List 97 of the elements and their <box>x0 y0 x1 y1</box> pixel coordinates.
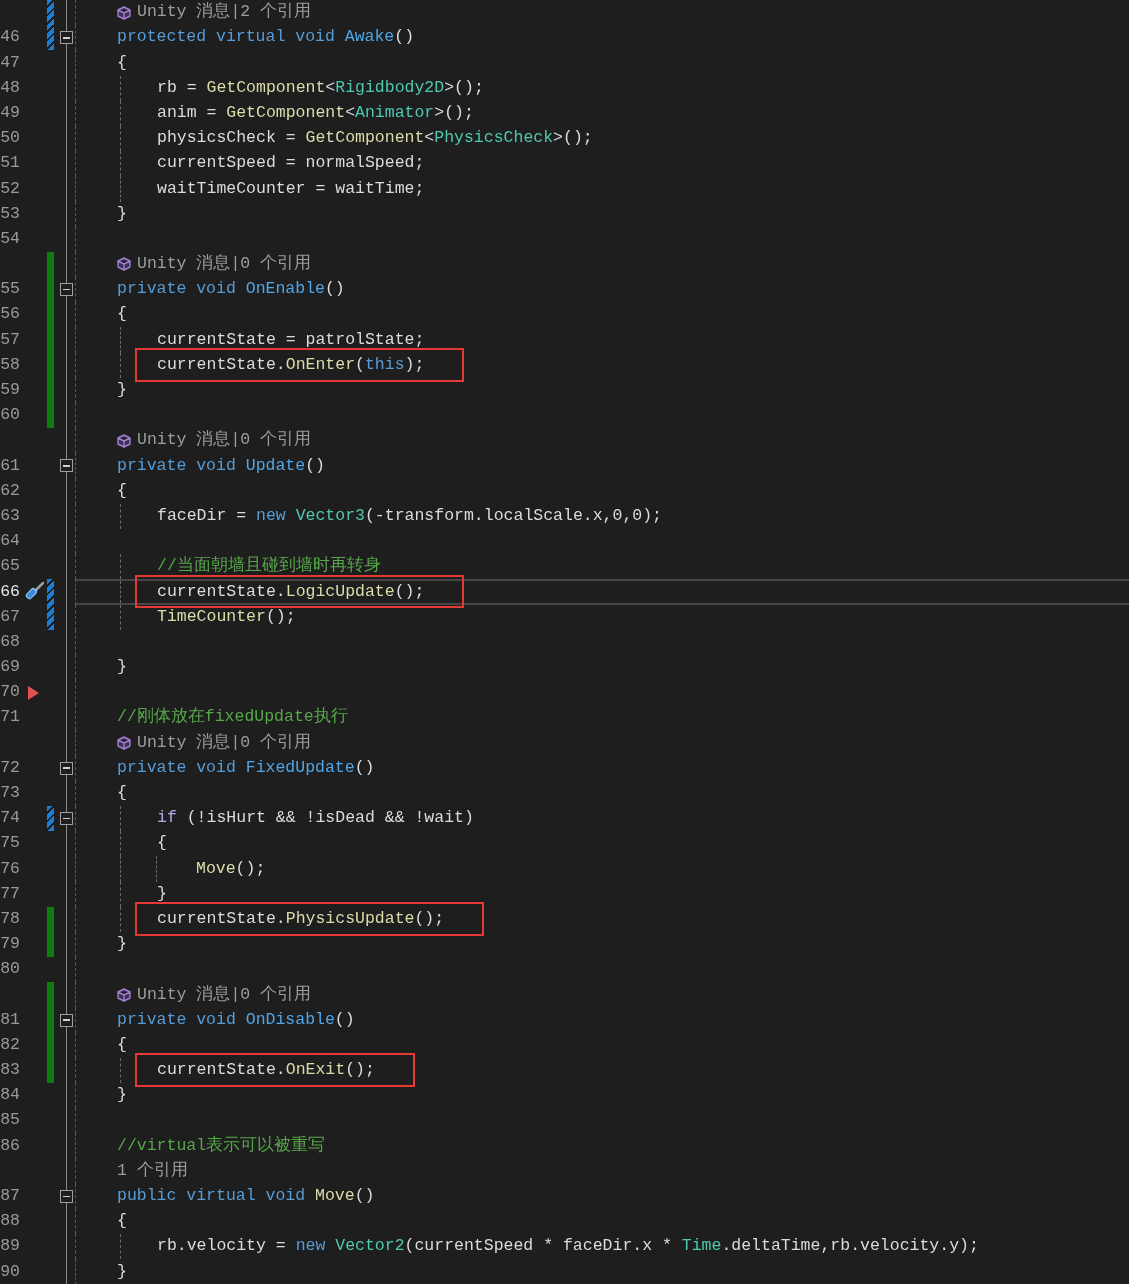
line-number: 81 <box>0 1008 20 1031</box>
reference-lens[interactable]: Unity 消息|0 个引用 <box>137 730 312 756</box>
code-line: } <box>117 933 127 956</box>
line-number: 72 <box>0 756 20 779</box>
line-number: 68 <box>0 630 20 653</box>
line-number: 55 <box>0 278 20 301</box>
code-line: physicsCheck = GetComponent<PhysicsCheck>(); <box>157 127 593 150</box>
line-number: 71 <box>0 706 20 729</box>
line-number: 58 <box>0 353 20 376</box>
code-line: private void FixedUpdate() <box>117 756 375 779</box>
line-number: 59 <box>0 379 20 402</box>
line-number: 70 <box>0 681 20 704</box>
code-line: TimeCounter(); <box>157 605 296 628</box>
code-line: { <box>117 782 127 805</box>
code-line: protected virtual void Awake() <box>117 26 415 49</box>
line-number: 76 <box>0 857 20 880</box>
line-number: 51 <box>0 152 20 175</box>
code-line: rb = GetComponent<Rigidbody2D>(); <box>157 76 484 99</box>
line-number: 79 <box>0 933 20 956</box>
reference-lens[interactable]: 1 个引用 <box>117 1158 188 1184</box>
code-line: faceDir = new Vector3(-transform.localScale.x,0,0); <box>157 504 662 527</box>
code-line: currentState.PhysicsUpdate(); <box>157 906 445 932</box>
code-line: } <box>157 882 167 905</box>
line-number: 69 <box>0 656 20 679</box>
line-number: 57 <box>0 328 20 351</box>
line-number: 85 <box>0 1109 20 1132</box>
code-line: Move(); <box>196 857 266 880</box>
code-line: currentState.OnExit(); <box>157 1058 375 1083</box>
code-line: } <box>117 656 127 679</box>
line-number: 52 <box>0 177 20 200</box>
code-line: { <box>117 303 127 326</box>
code-line: } <box>117 1084 127 1107</box>
line-number: 86 <box>0 1134 20 1157</box>
code-line: currentState = patrolState; <box>157 328 425 351</box>
line-number: 90 <box>0 1260 20 1283</box>
reference-lens[interactable]: Unity 消息|0 个引用 <box>137 982 312 1008</box>
code-line: } <box>117 1260 127 1283</box>
code-line: private void Update() <box>117 454 325 477</box>
line-number: 62 <box>0 479 20 502</box>
line-number: 56 <box>0 303 20 326</box>
code-line: waitTimeCounter = waitTime; <box>157 177 425 200</box>
line-number: 82 <box>0 1033 20 1056</box>
triangle-icon <box>28 685 39 700</box>
line-number: 83 <box>0 1059 20 1082</box>
line-number: 74 <box>0 807 20 830</box>
line-number: 54 <box>0 227 20 250</box>
code-line: anim = GetComponent<Animator>(); <box>157 101 474 124</box>
code-line: private void OnEnable() <box>117 278 345 301</box>
line-number: 80 <box>0 958 20 981</box>
line-number: 78 <box>0 907 20 930</box>
code-line: currentSpeed = normalSpeed; <box>157 152 425 175</box>
code-comment: //virtual表示可以被重写 <box>117 1134 326 1157</box>
line-number: 61 <box>0 454 20 477</box>
code-line: { <box>117 479 127 502</box>
code-comment: //刚体放在fixedUpdate执行 <box>117 706 348 729</box>
line-number: 73 <box>0 782 20 805</box>
line-number: 84 <box>0 1084 20 1107</box>
reference-lens[interactable]: Unity 消息|2 个引用 <box>137 0 312 25</box>
code-line: private void OnDisable() <box>117 1008 355 1031</box>
line-number: 48 <box>0 76 20 99</box>
line-number: 49 <box>0 101 20 124</box>
collapse-toggle[interactable] <box>60 283 73 297</box>
line-number: 64 <box>0 530 20 553</box>
line-number: 87 <box>0 1185 20 1208</box>
code-line: } <box>117 379 127 402</box>
line-number: 75 <box>0 832 20 855</box>
line-number: 63 <box>0 504 20 527</box>
code-line: rb.velocity = new Vector2(currentSpeed * faceDir.x * Time.deltaTime,rb.velocity.y); <box>157 1235 979 1258</box>
code-line: { <box>117 51 127 74</box>
reference-lens[interactable]: Unity 消息|0 个引用 <box>137 428 312 454</box>
code-comment: //当面朝墙且碰到墙时再转身 <box>157 555 381 578</box>
reference-lens[interactable]: Unity 消息|0 个引用 <box>137 252 312 277</box>
line-number: 88 <box>0 1210 20 1233</box>
line-number: 53 <box>0 202 20 225</box>
code-line: if (!isHurt && !isDead && !wait) <box>157 807 474 830</box>
collapse-toggle[interactable] <box>60 761 73 775</box>
code-line: currentState.LogicUpdate(); <box>157 579 425 605</box>
code-line: { <box>117 1210 127 1233</box>
line-number: 89 <box>0 1235 20 1258</box>
line-number: 47 <box>0 51 20 74</box>
code-line: { <box>117 1033 127 1056</box>
code-line: currentState.OnEnter(this); <box>157 352 425 378</box>
line-number: 67 <box>0 605 20 628</box>
line-number: 46 <box>0 26 20 49</box>
collapse-toggle[interactable] <box>60 1013 73 1027</box>
line-number: 60 <box>0 404 20 427</box>
line-number: 77 <box>0 882 20 905</box>
collapse-toggle[interactable] <box>60 459 73 473</box>
collapse-toggle[interactable] <box>60 812 73 826</box>
code-line: } <box>117 202 127 225</box>
line-number: 66 <box>0 580 20 603</box>
line-number: 50 <box>0 127 20 150</box>
collapse-toggle[interactable] <box>60 31 73 45</box>
line-number: 65 <box>0 555 20 578</box>
code-line: public virtual void Move() <box>117 1185 375 1208</box>
code-line: { <box>157 832 167 855</box>
collapse-toggle[interactable] <box>60 1189 73 1203</box>
